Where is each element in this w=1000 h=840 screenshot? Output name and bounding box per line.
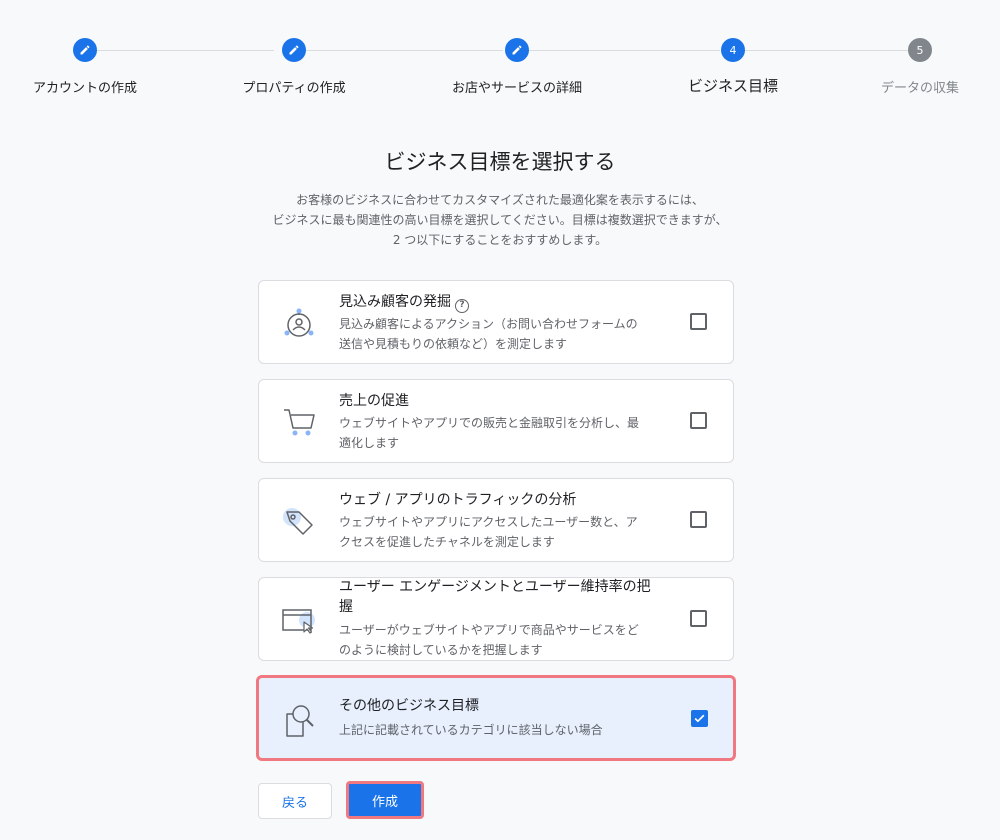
lead-target-icon	[279, 303, 319, 343]
goal-checkbox[interactable]	[690, 412, 707, 429]
stepper-connector	[745, 50, 908, 51]
step-4-number: 4	[721, 38, 745, 62]
progress-stepper: アカウントの作成 プロパティの作成 お店やサービスの詳細 4 ビジネス目標 5 …	[0, 38, 1000, 98]
goal-description-line: 見込み顧客によるアクション（お問い合わせフォームの	[339, 317, 638, 331]
step-1-edit-icon	[73, 38, 97, 62]
description-line: 2 つ以下にすることをおすすめします。	[392, 233, 608, 247]
goal-checkbox[interactable]	[690, 511, 707, 528]
goal-description-line: 送信や見積もりの依頼など）を測定します	[339, 337, 568, 351]
goal-title-line: 握	[339, 599, 353, 615]
goal-title: ウェブ / アプリのトラフィックの分析	[339, 492, 577, 508]
goal-description-line: ウェブサイトやアプリでの販売と金融取引を分析し、最	[339, 416, 640, 430]
step-3-edit-icon	[505, 38, 529, 62]
goal-checkbox[interactable]	[690, 610, 707, 627]
goal-description: ウェブサイトやアプリにアクセスしたユーザー数と、ア クセスを促進したチャネルを測…	[339, 512, 684, 552]
magnifier-document-icon	[279, 700, 319, 740]
goal-description-line: 上記に記載されているカテゴリに該当しない場合	[339, 723, 603, 737]
goal-description-line: 適化します	[339, 436, 400, 450]
goal-description: ウェブサイトやアプリでの販売と金融取引を分析し、最 適化します	[339, 413, 684, 453]
goal-title: 売上の促進	[339, 393, 409, 409]
goal-description: 見込み顧客によるアクション（お問い合わせフォームの 送信や見積もりの依頼など）を…	[339, 314, 684, 354]
stepper-connector	[529, 50, 720, 51]
step-4-label: ビジネス目標	[687, 77, 778, 95]
goal-description-line: クセスを促進したチャネルを測定します	[339, 535, 555, 549]
goal-option-lead-generation[interactable]: 見込み顧客の発掘? 見込み顧客によるアクション（お問い合わせフォームの 送信や見…	[258, 280, 734, 364]
tag-icon	[279, 501, 319, 541]
stepper-connector	[97, 50, 274, 51]
goal-description-line: ウェブサイトやアプリにアクセスしたユーザー数と、ア	[339, 515, 638, 529]
checkmark-icon	[694, 714, 705, 723]
stepper-connector	[306, 50, 503, 51]
description-line: ビジネスに最も関連性の高い目標を選択してください。目標は複数選択できますが、	[272, 213, 728, 227]
goal-checkbox[interactable]	[690, 313, 707, 330]
goal-title: ユーザー エンゲージメントとユーザー維持率の把 握	[339, 577, 684, 617]
step-1-label: アカウントの作成	[32, 81, 137, 96]
goal-title: 見込み顧客の発掘?	[339, 292, 684, 313]
step-5-label: データの収集	[880, 81, 959, 96]
page-title: ビジネス目標を選択する	[384, 150, 616, 174]
create-button[interactable]: 作成	[346, 781, 424, 819]
back-button[interactable]: 戻る	[258, 783, 332, 819]
goal-option-engagement-retention[interactable]: ユーザー エンゲージメントとユーザー維持率の把 握 ユーザーがウェブサイトやアプ…	[258, 577, 734, 661]
shopping-cart-icon	[279, 402, 319, 442]
goal-option-drive-sales[interactable]: 売上の促進 ウェブサイトやアプリでの販売と金融取引を分析し、最 適化します	[258, 379, 734, 463]
goal-description: ユーザーがウェブサイトやアプリで商品やサービスをど のように検討しているかを把握…	[339, 620, 684, 660]
goal-title-text: 見込み顧客の発掘	[339, 294, 451, 310]
goal-title: その他のビジネス目標	[339, 698, 479, 714]
step-3-label: お店やサービスの詳細	[451, 81, 582, 96]
goal-description: 上記に記載されているカテゴリに該当しない場合	[339, 720, 684, 740]
description-line: お客様のビジネスに合わせてカスタマイズされた最適化案を表示するには、	[296, 193, 704, 207]
goal-option-other[interactable]: その他のビジネス目標 上記に記載されているカテゴリに該当しない場合	[256, 675, 736, 761]
goal-option-traffic-analysis[interactable]: ウェブ / アプリのトラフィックの分析 ウェブサイトやアプリにアクセスしたユーザ…	[258, 478, 734, 562]
step-5-number: 5	[908, 38, 932, 62]
goal-title-line: ユーザー エンゲージメントとユーザー維持率の把	[339, 579, 651, 595]
goal-description-line: のように検討しているかを把握します	[339, 643, 543, 657]
step-2-edit-icon	[282, 38, 306, 62]
step-2-label: プロパティの作成	[242, 81, 346, 96]
goal-checkbox-checked[interactable]	[691, 710, 708, 727]
goal-description-line: ユーザーがウェブサイトやアプリで商品やサービスをど	[339, 623, 639, 637]
browser-cursor-icon	[279, 600, 319, 640]
page-description: お客様のビジネスに合わせてカスタマイズされた最適化案を表示するには、 ビジネスに…	[200, 190, 800, 250]
help-icon[interactable]: ?	[455, 299, 469, 313]
